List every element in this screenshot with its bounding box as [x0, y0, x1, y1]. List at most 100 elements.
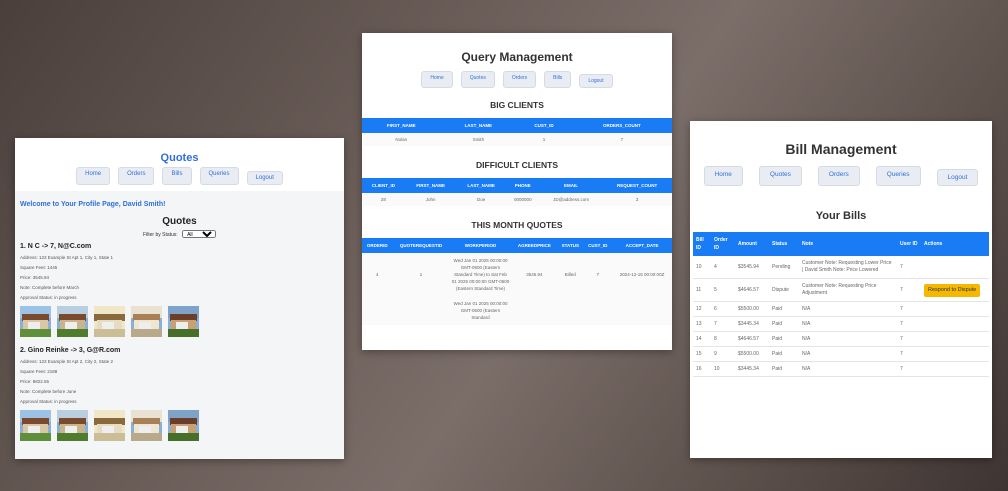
actions-cell: Respond to Dispute — [921, 278, 989, 302]
column-header: FIRST_NAME — [404, 178, 457, 193]
quote-photos — [20, 306, 339, 337]
table-cell: 16 — [693, 361, 711, 377]
nav-orders-button[interactable]: Orders — [118, 167, 155, 185]
house-photo[interactable] — [131, 410, 162, 441]
table-row: 4 1 Wed Jan 01 2025 00:00:00 GMT-0500 (E… — [362, 253, 672, 296]
house-photo[interactable] — [94, 410, 125, 441]
table-cell: $3445.34 — [735, 316, 769, 332]
table-cell: 12 — [693, 301, 711, 317]
quote-title: 1. N C -> 7, N@C.com — [20, 243, 92, 250]
table-cell: JD@address.com — [539, 193, 603, 206]
nav-bills-button[interactable]: Bills — [162, 167, 192, 185]
table-cell: 7 — [897, 256, 921, 279]
column-header: WORKPERIOD — [449, 238, 512, 253]
house-photo[interactable] — [20, 306, 51, 337]
nav-home-button[interactable]: Home — [703, 166, 743, 186]
nav-bills-button[interactable]: Bills — [544, 71, 572, 88]
table-cell: 14 — [693, 331, 711, 347]
house-photo[interactable] — [57, 306, 88, 337]
nav-orders-button[interactable]: Orders — [502, 71, 537, 88]
table-cell: 11 — [693, 278, 711, 302]
table-cell: N/A — [799, 361, 897, 377]
table-row: Wed Jan 01 2025 00:00:00 GMT-0500 (Easte… — [362, 296, 672, 325]
table-cell: 4 — [711, 256, 735, 279]
house-photo[interactable] — [20, 410, 51, 441]
table-cell: 9 — [711, 346, 735, 362]
column-header: ORDERS_COUNT — [571, 118, 672, 133]
column-header: FIRST_NAME — [362, 118, 441, 133]
table-cell: Wed Jan 01 2025 00:00:00 GMT-0500 (Easte… — [449, 296, 512, 325]
logout-button[interactable]: Logout — [579, 74, 613, 88]
table-cell: N/A — [799, 301, 897, 317]
column-header: LAST_NAME — [456, 178, 506, 193]
quotes-header: Quotes Home Orders Bills Queries Logout — [15, 138, 344, 191]
quote-status: Approval Status: in progress — [20, 399, 77, 404]
quote-status: Approval Status: in progress — [20, 295, 77, 300]
column-header: CLIENT_ID — [362, 178, 405, 193]
table-cell: 7 — [897, 278, 921, 302]
house-photo[interactable] — [57, 410, 88, 441]
nav-orders-button[interactable]: Orders — [817, 166, 860, 186]
table-cell: 2024-12-15 00:00:00Z — [612, 253, 672, 296]
big-clients-heading: BIG CLIENTS — [490, 100, 544, 110]
column-header: Note — [799, 232, 897, 256]
query-management-window: Query Management Home Quotes Orders Bill… — [362, 33, 672, 350]
page-title: Query Management — [461, 50, 573, 64]
column-header: REQUEST_COUNT — [602, 178, 672, 193]
quote-item: 1. N C -> 7, N@C.com Address: 123 Exampl… — [20, 243, 339, 337]
table-cell: Customer Note: Requesting Price Adjustme… — [799, 278, 897, 302]
table-cell: 3545.94 — [511, 253, 558, 296]
nav-quotes-button[interactable]: Quotes — [758, 166, 802, 186]
table-row: Nolan Smith 1 7 — [362, 133, 672, 146]
quote-sqft: Square Feet: 2188 — [20, 369, 58, 374]
column-header: STATUS — [557, 238, 584, 253]
quotes-content: Welcome to Your Profile Page, David Smit… — [15, 191, 344, 459]
table-cell — [921, 331, 989, 347]
table-cell — [921, 361, 989, 377]
column-header: PHONE — [505, 178, 540, 193]
respond-to-dispute-button[interactable]: Respond to Dispute — [924, 283, 981, 297]
logout-button[interactable]: Logout — [246, 171, 283, 185]
nav-quotes-button[interactable]: Quotes — [460, 71, 495, 88]
column-header: EMAIL — [539, 178, 603, 193]
table-cell: 8 — [711, 331, 735, 347]
status-filter-select[interactable]: All — [182, 230, 217, 238]
table-row: 10 4 $3545.94 Pending Customer Note: Req… — [693, 256, 989, 279]
quote-note: Note: Complete before June — [20, 389, 77, 394]
nav-bar: Home Orders Bills Queries Logout — [15, 167, 344, 191]
table-cell: 10 — [693, 256, 711, 279]
table-cell: $3545.94 — [735, 256, 769, 279]
table-cell: Wed Jan 01 2025 00:00:00 GMT-0500 (Easte… — [449, 253, 512, 296]
house-photo[interactable] — [168, 306, 199, 337]
table-cell: Paid — [769, 316, 799, 332]
house-photo[interactable] — [131, 306, 162, 337]
nav-queries-button[interactable]: Queries — [199, 167, 239, 185]
table-cell: $3445.34 — [735, 361, 769, 377]
column-header: QUOTEREQUESTID — [392, 238, 450, 253]
logout-button[interactable]: Logout — [936, 169, 979, 186]
nav-home-button[interactable]: Home — [76, 167, 111, 185]
table-cell: 7 — [897, 346, 921, 362]
quotes-heading: Quotes — [162, 216, 197, 227]
table-cell: 1 — [392, 253, 450, 296]
quote-photos — [20, 410, 339, 441]
page-title: Quotes — [160, 152, 199, 164]
column-header: Bill ID — [693, 232, 711, 256]
table-cell: Billed — [557, 253, 584, 296]
nav-home-button[interactable]: Home — [421, 71, 453, 88]
table-cell — [921, 256, 989, 279]
difficult-clients-table: CLIENT_ID FIRST_NAME LAST_NAME PHONE EMA… — [362, 178, 672, 206]
table-cell: N/A — [799, 316, 897, 332]
nav-queries-button[interactable]: Queries — [875, 166, 921, 186]
column-header: CUST_ID — [516, 118, 572, 133]
table-cell: 3 — [602, 193, 672, 206]
column-header: AGREEDPRICE — [511, 238, 558, 253]
quote-item: 2. Gino Reinke -> 3, G@R.com Address: 12… — [20, 347, 339, 441]
table-cell: 7 — [897, 316, 921, 332]
nav-bar: Home Quotes Orders Bills Logout — [362, 71, 672, 88]
table-cell: 10 — [711, 361, 735, 377]
column-header: User ID — [897, 232, 921, 256]
table-cell: 0000000 — [505, 193, 540, 206]
house-photo[interactable] — [94, 306, 125, 337]
house-photo[interactable] — [168, 410, 199, 441]
